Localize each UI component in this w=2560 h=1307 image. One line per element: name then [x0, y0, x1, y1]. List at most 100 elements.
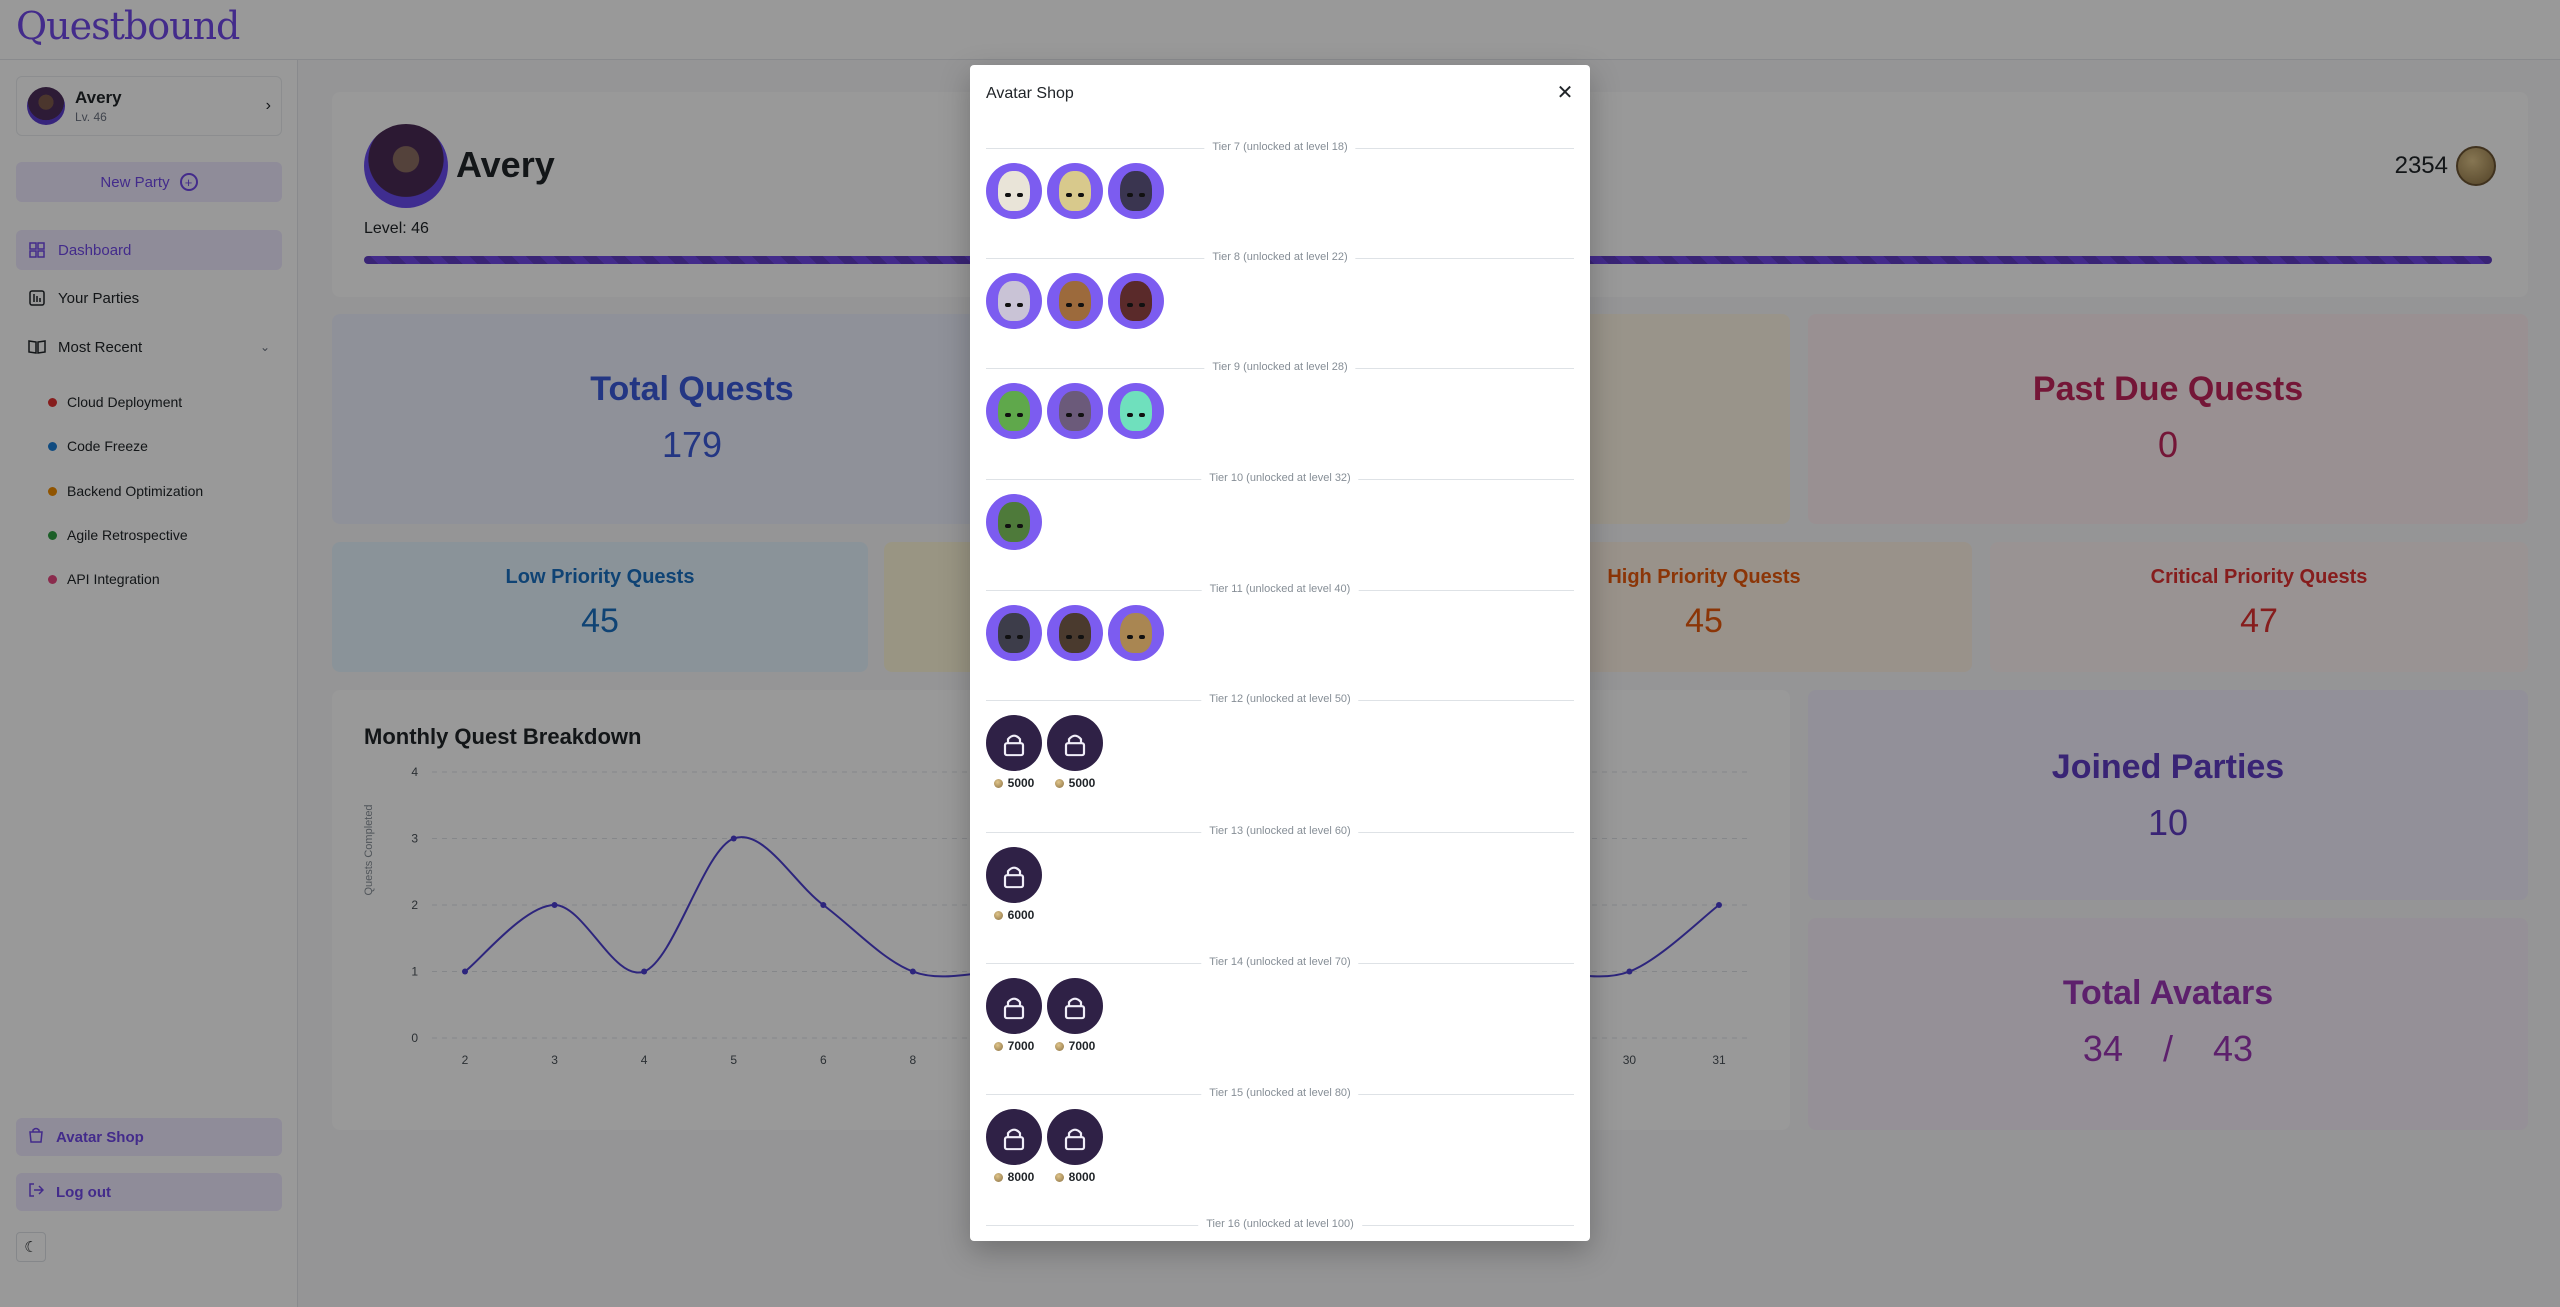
avatar-price: 5000	[1054, 776, 1096, 790]
price-value: 8000	[1007, 1170, 1035, 1184]
tier-label: Tier 10 (unlocked at level 32)	[1201, 472, 1359, 484]
avatar-eye	[1017, 303, 1023, 307]
lock-icon	[1003, 732, 1025, 757]
tier-label: Tier 12 (unlocked at level 50)	[1201, 693, 1359, 705]
avatar-option[interactable]	[1047, 383, 1103, 439]
tier-divider: Tier 7 (unlocked at level 18)	[986, 141, 1574, 155]
locked-avatar-option[interactable]: 7000	[1047, 978, 1103, 1053]
avatar-eye	[1005, 635, 1011, 639]
avatar-eye	[1078, 193, 1084, 197]
price-value: 8000	[1068, 1170, 1096, 1184]
avatar-option[interactable]	[1047, 605, 1103, 661]
avatar-face	[998, 613, 1030, 653]
locked-avatar-option[interactable]: 8000	[1047, 1109, 1103, 1184]
avatar-image	[1047, 273, 1103, 329]
lock-icon	[1003, 995, 1025, 1020]
avatar-eye	[1127, 193, 1133, 197]
avatar-option[interactable]	[986, 383, 1042, 439]
avatar-price: 8000	[993, 1170, 1035, 1184]
avatar-option[interactable]	[986, 163, 1042, 219]
avatar-option[interactable]	[1108, 163, 1164, 219]
avatar-price: 7000	[993, 1039, 1034, 1053]
modal-title: Avatar Shop	[986, 85, 1074, 102]
avatar-option[interactable]	[1108, 605, 1164, 661]
tier-divider: Tier 8 (unlocked at level 22)	[986, 251, 1574, 265]
avatar-eye	[1139, 303, 1145, 307]
avatar-face	[1120, 391, 1152, 431]
avatar-face	[1120, 613, 1152, 653]
avatar-eye	[1139, 193, 1145, 197]
avatar-price: 7000	[1054, 1039, 1095, 1053]
avatar-eye	[1017, 524, 1023, 528]
avatar-option[interactable]	[986, 494, 1042, 550]
avatar-face	[998, 171, 1030, 211]
coin-icon	[993, 1041, 1003, 1051]
avatar-face	[998, 281, 1030, 321]
close-icon[interactable]: ✕	[1554, 82, 1576, 104]
avatar-face	[998, 391, 1030, 431]
tier-divider: Tier 15 (unlocked at level 80)	[986, 1087, 1574, 1101]
avatar-image	[1047, 715, 1103, 771]
avatar-row: 8000 8000	[986, 1109, 1574, 1184]
locked-avatar-option[interactable]: 5000	[986, 715, 1042, 790]
tier-divider: Tier 9 (unlocked at level 28)	[986, 361, 1574, 375]
avatar-option[interactable]	[986, 605, 1042, 661]
avatar-face	[1120, 171, 1152, 211]
avatar-row	[986, 605, 1574, 661]
avatar-eye	[1078, 303, 1084, 307]
tier-label: Tier 14 (unlocked at level 70)	[1201, 956, 1359, 968]
locked-avatar-option[interactable]: 6000	[986, 847, 1042, 922]
avatar-eye	[1078, 413, 1084, 417]
avatar-image	[1047, 383, 1103, 439]
avatar-tier: Tier 14 (unlocked at level 70) 7000 7000	[986, 956, 1574, 1053]
coin-icon	[993, 1172, 1003, 1182]
tier-label: Tier 15 (unlocked at level 80)	[1201, 1087, 1359, 1099]
avatar-option[interactable]	[1047, 273, 1103, 329]
avatar-face	[1059, 171, 1091, 211]
tier-divider: Tier 14 (unlocked at level 70)	[986, 956, 1574, 970]
coin-icon	[993, 910, 1003, 920]
avatar-eye	[1005, 413, 1011, 417]
avatar-tier: Tier 16 (unlocked at level 100)	[986, 1218, 1574, 1232]
avatar-option[interactable]	[1047, 163, 1103, 219]
avatar-tier: Tier 7 (unlocked at level 18)	[986, 141, 1574, 219]
avatar-eye	[1017, 413, 1023, 417]
avatar-image	[986, 383, 1042, 439]
avatar-image	[986, 978, 1042, 1034]
avatar-tier: Tier 8 (unlocked at level 22)	[986, 251, 1574, 329]
avatar-image	[986, 494, 1042, 550]
lock-icon	[1064, 732, 1086, 757]
tier-divider: Tier 16 (unlocked at level 100)	[986, 1218, 1574, 1232]
tier-divider: Tier 10 (unlocked at level 32)	[986, 472, 1574, 486]
avatar-face	[1059, 391, 1091, 431]
avatar-eye	[1139, 635, 1145, 639]
tier-label: Tier 8 (unlocked at level 22)	[1204, 251, 1356, 263]
avatar-row	[986, 383, 1574, 439]
avatar-eye	[1127, 413, 1133, 417]
avatar-row: 5000 5000	[986, 715, 1574, 790]
avatar-price: 6000	[993, 908, 1035, 922]
avatar-shop-modal: Avatar Shop ✕ Tier 7 (unlocked at level …	[970, 65, 1590, 1241]
avatar-row: 7000 7000	[986, 978, 1574, 1053]
avatar-option[interactable]	[986, 273, 1042, 329]
avatar-option[interactable]	[1108, 383, 1164, 439]
price-value: 6000	[1007, 908, 1035, 922]
tier-label: Tier 11 (unlocked at level 40)	[1201, 583, 1359, 595]
locked-avatar-option[interactable]: 7000	[986, 978, 1042, 1053]
avatar-image	[986, 1109, 1042, 1165]
tier-label: Tier 7 (unlocked at level 18)	[1204, 141, 1356, 153]
avatar-price: 8000	[1054, 1170, 1096, 1184]
locked-avatar-option[interactable]: 8000	[986, 1109, 1042, 1184]
avatar-eye	[1005, 303, 1011, 307]
coin-icon	[1054, 1041, 1064, 1051]
coin-icon	[1054, 1172, 1064, 1182]
price-value: 5000	[1007, 776, 1035, 790]
avatar-price: 5000	[993, 776, 1035, 790]
avatar-option[interactable]	[1108, 273, 1164, 329]
avatar-face	[1059, 613, 1091, 653]
avatar-image	[1108, 163, 1164, 219]
tier-label: Tier 16 (unlocked at level 100)	[1198, 1218, 1362, 1230]
price-value: 5000	[1068, 776, 1096, 790]
avatar-eye	[1139, 413, 1145, 417]
locked-avatar-option[interactable]: 5000	[1047, 715, 1103, 790]
